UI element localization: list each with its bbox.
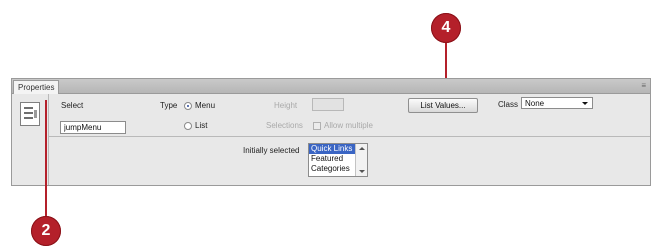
- allow-multiple-checkbox[interactable]: [313, 122, 321, 130]
- callout-2-line: [45, 100, 47, 220]
- panel-tab-bar: Properties ≡: [12, 79, 650, 94]
- list-item[interactable]: Featured: [309, 154, 356, 164]
- type-menu-radio[interactable]: [184, 102, 192, 110]
- select-label: Select: [61, 101, 84, 110]
- callout-2-badge: 2: [31, 216, 61, 246]
- allow-multiple-label: Allow multiple: [324, 121, 373, 130]
- type-label: Type: [160, 101, 178, 110]
- tab-properties[interactable]: Properties: [13, 80, 60, 94]
- list-item[interactable]: Categories: [309, 164, 356, 174]
- panel-divider-horizontal: [48, 136, 650, 137]
- list-item[interactable]: Quick Links: [309, 144, 356, 154]
- initially-selected-label: Initially selected: [243, 146, 300, 155]
- class-select[interactable]: None: [521, 97, 593, 109]
- callout-4-badge: 4: [431, 13, 461, 43]
- selections-label: Selections: [266, 121, 303, 130]
- listbox-scrollbar[interactable]: [355, 144, 367, 176]
- panel-divider-vertical: [48, 94, 49, 185]
- list-menu-icon: [20, 102, 40, 126]
- type-list-label: List: [195, 121, 208, 130]
- panel-options-menu-icon[interactable]: ≡: [641, 82, 646, 90]
- scroll-up-icon[interactable]: [359, 147, 365, 150]
- initially-selected-listbox[interactable]: Quick Links Featured Categories: [308, 143, 368, 177]
- type-menu-label: Menu: [195, 101, 216, 110]
- class-label: Class: [498, 100, 519, 109]
- select-name-input[interactable]: [60, 121, 126, 134]
- chevron-down-icon: [582, 102, 588, 105]
- height-input[interactable]: [312, 98, 344, 111]
- scroll-down-icon[interactable]: [359, 170, 365, 173]
- class-select-value: None: [525, 99, 545, 108]
- height-label: Height: [274, 101, 298, 110]
- list-values-button[interactable]: List Values...: [408, 98, 478, 113]
- type-list-radio[interactable]: [184, 122, 192, 130]
